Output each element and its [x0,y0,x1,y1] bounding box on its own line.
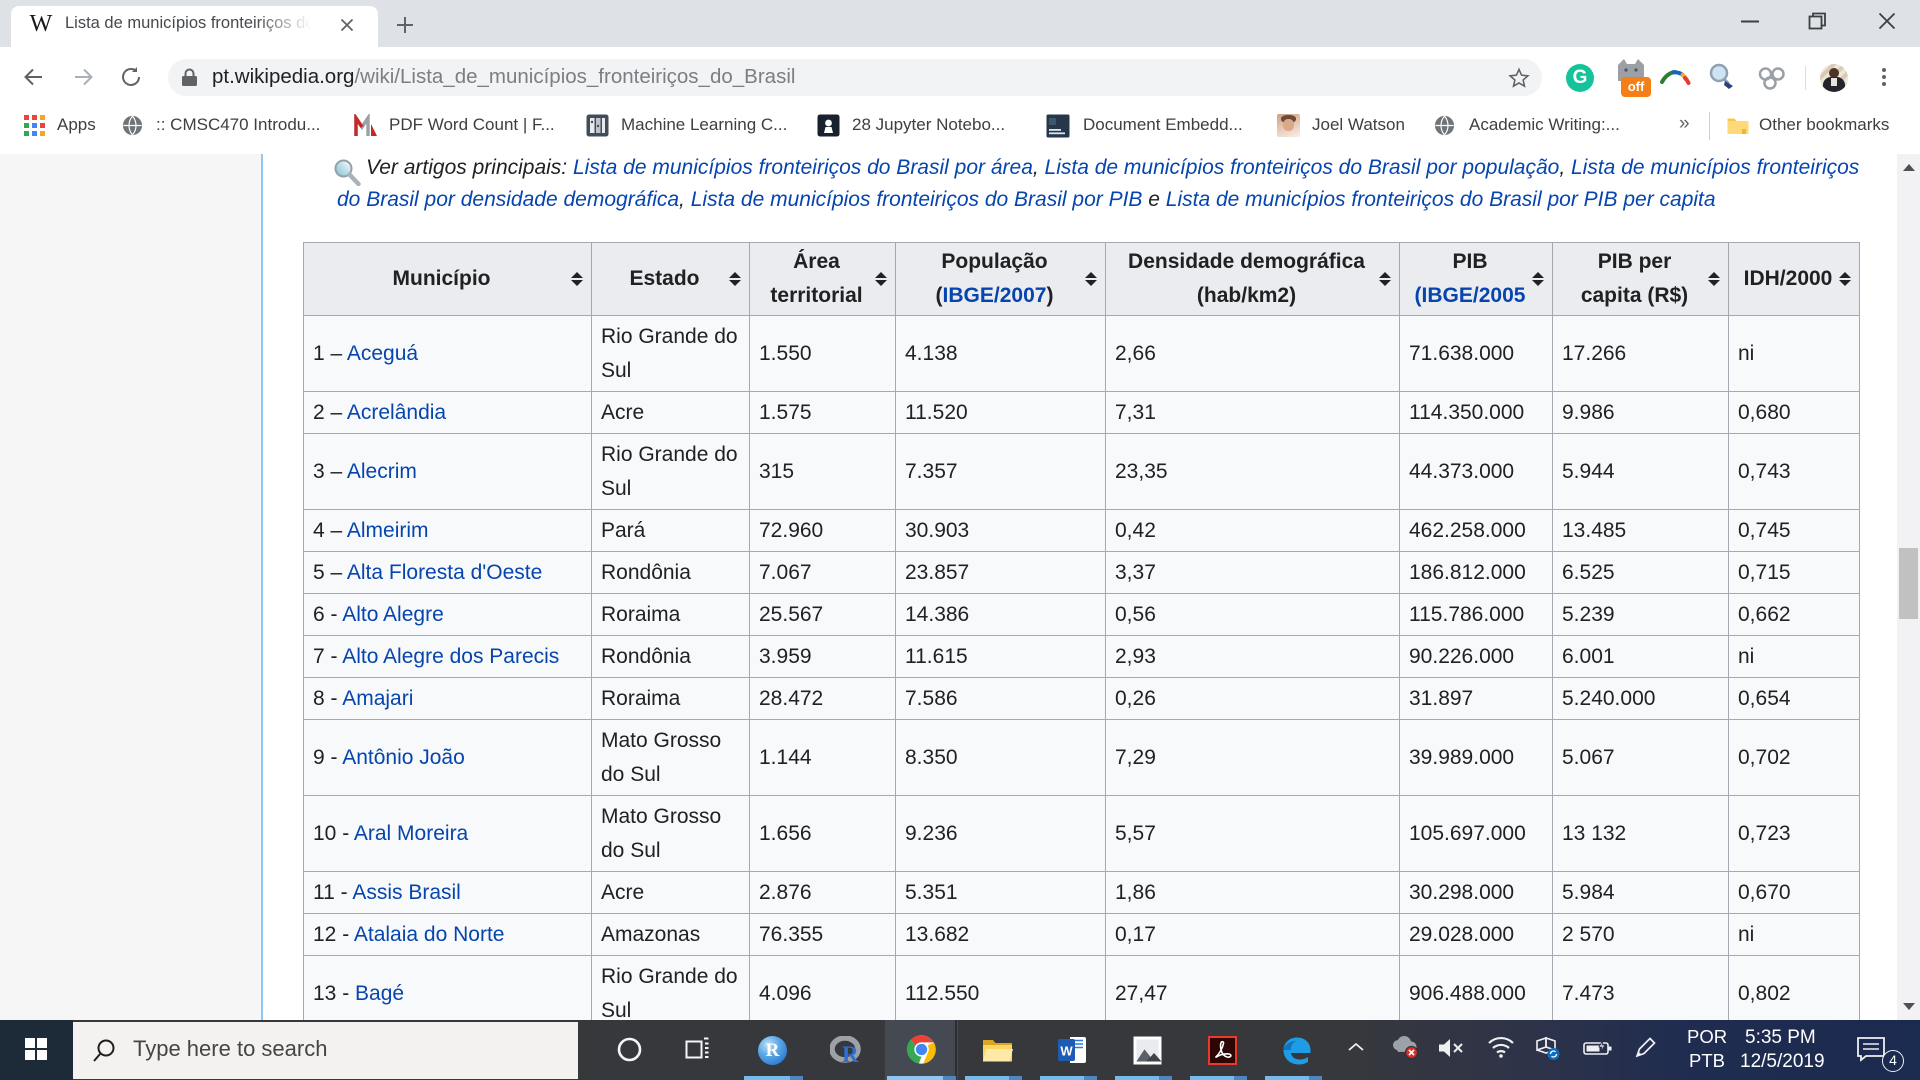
svg-text:R: R [842,1042,859,1066]
svg-text:W: W [1060,1044,1073,1059]
